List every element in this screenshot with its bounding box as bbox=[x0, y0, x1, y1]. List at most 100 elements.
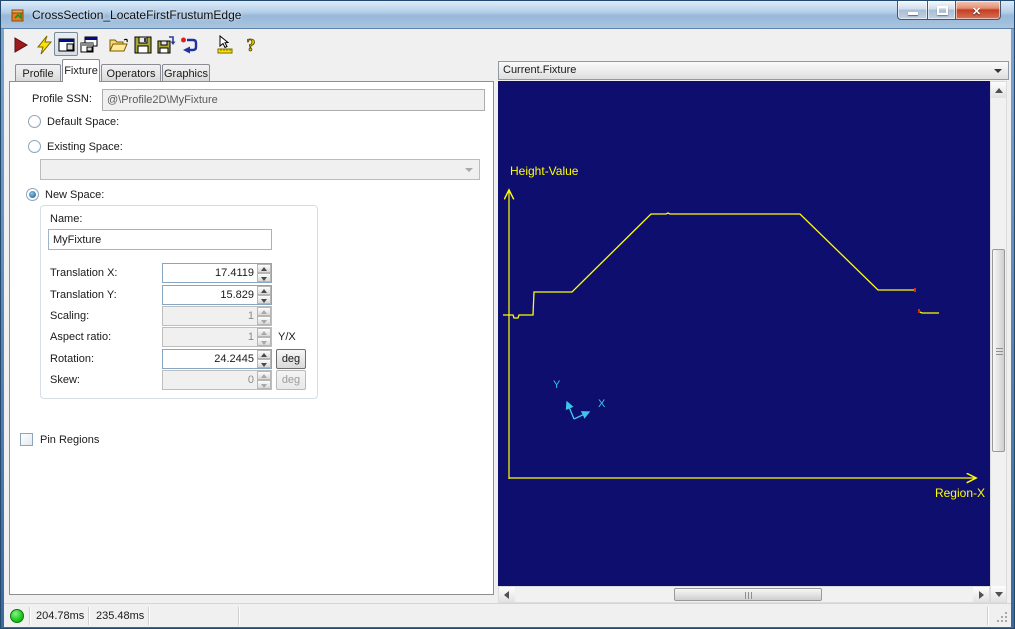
save-as-button[interactable] bbox=[153, 32, 177, 56]
scroll-right-button[interactable] bbox=[973, 587, 989, 602]
display-horizontal-scrollbar[interactable] bbox=[498, 586, 990, 603]
display-selector-dropdown[interactable]: Current.Fixture bbox=[498, 61, 1009, 80]
help-button[interactable]: ? bbox=[238, 32, 262, 56]
open-folder-icon bbox=[109, 35, 129, 55]
pin-regions-label: Pin Regions bbox=[40, 434, 99, 446]
spin-down-icon bbox=[257, 380, 271, 389]
trigger-button[interactable] bbox=[32, 32, 56, 56]
aspect-ratio-unit-label: Y/X bbox=[278, 331, 296, 343]
vertical-scroll-thumb[interactable] bbox=[992, 249, 1005, 452]
arrow-down-icon bbox=[995, 592, 1003, 597]
scroll-down-button[interactable] bbox=[991, 586, 1006, 602]
cascade-windows-icon bbox=[79, 35, 99, 55]
scaling-field bbox=[162, 306, 272, 326]
spin-down-icon bbox=[257, 337, 271, 346]
profile-trace-segment2 bbox=[920, 312, 939, 313]
existing-space-label: Existing Space: bbox=[47, 141, 123, 153]
skew-label: Skew: bbox=[50, 374, 80, 386]
spin-up-icon[interactable] bbox=[257, 286, 271, 295]
pointer-tool-button[interactable] bbox=[212, 32, 236, 56]
posted-dialog-icon bbox=[57, 35, 77, 55]
aspect-ratio-label: Aspect ratio: bbox=[50, 331, 111, 343]
existing-space-dropdown[interactable] bbox=[40, 159, 480, 180]
profile-ssn-field[interactable] bbox=[102, 89, 485, 111]
close-button[interactable]: ✕ bbox=[956, 1, 1001, 20]
display-vertical-scrollbar[interactable] bbox=[990, 81, 1007, 603]
endpoint-mark bbox=[918, 309, 920, 313]
y-axis-label: Height-Value bbox=[510, 164, 579, 178]
spin-down-icon[interactable] bbox=[257, 273, 271, 282]
fixture-tab-page: Profile SSN: Default Space: Existing Spa… bbox=[9, 81, 494, 595]
cascade-windows-button[interactable] bbox=[76, 32, 100, 56]
skew-input bbox=[163, 371, 257, 389]
revert-icon bbox=[179, 35, 199, 55]
open-button[interactable] bbox=[106, 32, 130, 56]
resize-grip[interactable] bbox=[995, 610, 1009, 624]
minimize-button[interactable] bbox=[897, 1, 927, 20]
rotation-field[interactable] bbox=[162, 349, 272, 369]
status-time-2: 235.48ms bbox=[96, 610, 144, 622]
maximize-icon bbox=[937, 6, 948, 15]
arrow-up-icon bbox=[995, 88, 1003, 93]
translation-y-label: Translation Y: bbox=[50, 289, 117, 301]
rotation-input[interactable] bbox=[163, 350, 257, 368]
status-separator bbox=[88, 607, 89, 625]
fixture-y-axis-arrow bbox=[567, 402, 574, 419]
posted-dialog-button[interactable] bbox=[54, 32, 78, 56]
tab-fixture[interactable]: Fixture bbox=[62, 59, 100, 82]
existing-space-radio[interactable] bbox=[28, 140, 41, 153]
run-button[interactable] bbox=[8, 32, 32, 56]
translation-y-stepper[interactable] bbox=[257, 286, 271, 304]
tab-operators[interactable]: Operators bbox=[101, 64, 161, 81]
save-as-icon bbox=[156, 35, 176, 55]
scroll-left-button[interactable] bbox=[499, 587, 515, 602]
spin-up-icon[interactable] bbox=[257, 264, 271, 273]
translation-y-input[interactable] bbox=[163, 286, 257, 304]
display-selector-value: Current.Fixture bbox=[503, 64, 576, 76]
revert-button[interactable] bbox=[176, 32, 200, 56]
translation-x-field[interactable] bbox=[162, 263, 272, 283]
spin-up-icon bbox=[257, 371, 271, 380]
fixture-y-label: Y bbox=[553, 379, 561, 391]
endpoint-mark bbox=[914, 288, 916, 292]
close-icon: ✕ bbox=[972, 5, 981, 18]
title-bar[interactable]: CrossSection_LocateFirstFrustumEdge ✕ bbox=[1, 1, 1014, 29]
spin-down-icon[interactable] bbox=[257, 295, 271, 304]
save-button[interactable] bbox=[130, 32, 154, 56]
spin-up-icon[interactable] bbox=[257, 350, 271, 359]
help-icon: ? bbox=[241, 35, 261, 55]
client-area: ? Profile Fixture Operators Graphics Pro… bbox=[4, 29, 1011, 625]
aspect-ratio-stepper bbox=[257, 328, 271, 346]
tab-profile[interactable]: Profile bbox=[15, 64, 61, 81]
application-window: CrossSection_LocateFirstFrustumEdge ✕ bbox=[0, 0, 1015, 629]
name-field[interactable] bbox=[48, 229, 272, 250]
translation-x-label: Translation X: bbox=[50, 267, 117, 279]
scroll-up-button[interactable] bbox=[991, 82, 1006, 98]
spin-up-icon bbox=[257, 328, 271, 337]
skew-field bbox=[162, 370, 272, 390]
lightning-icon bbox=[35, 35, 55, 55]
run-icon bbox=[11, 35, 31, 55]
arrow-right-icon bbox=[979, 591, 984, 599]
status-separator bbox=[238, 607, 239, 625]
status-separator bbox=[148, 607, 149, 625]
profile-trace bbox=[503, 213, 915, 318]
thumb-grip bbox=[745, 592, 746, 599]
horizontal-scroll-thumb[interactable] bbox=[674, 588, 822, 601]
new-space-radio[interactable] bbox=[26, 188, 39, 201]
pin-regions-checkbox[interactable] bbox=[20, 433, 33, 446]
tab-graphics[interactable]: Graphics bbox=[162, 64, 210, 81]
translation-x-input[interactable] bbox=[163, 264, 257, 282]
spin-down-icon[interactable] bbox=[257, 359, 271, 368]
aspect-ratio-field bbox=[162, 327, 272, 347]
default-space-radio[interactable] bbox=[28, 115, 41, 128]
translation-y-field[interactable] bbox=[162, 285, 272, 305]
new-space-label: New Space: bbox=[45, 189, 104, 201]
rotation-deg-button[interactable]: deg bbox=[276, 349, 306, 369]
default-space-label: Default Space: bbox=[47, 116, 119, 128]
status-separator bbox=[29, 607, 30, 625]
rotation-stepper[interactable] bbox=[257, 350, 271, 368]
profile-display[interactable]: Height-Value Region-X X Y bbox=[498, 81, 990, 586]
translation-x-stepper[interactable] bbox=[257, 264, 271, 282]
maximize-button[interactable] bbox=[927, 1, 956, 20]
